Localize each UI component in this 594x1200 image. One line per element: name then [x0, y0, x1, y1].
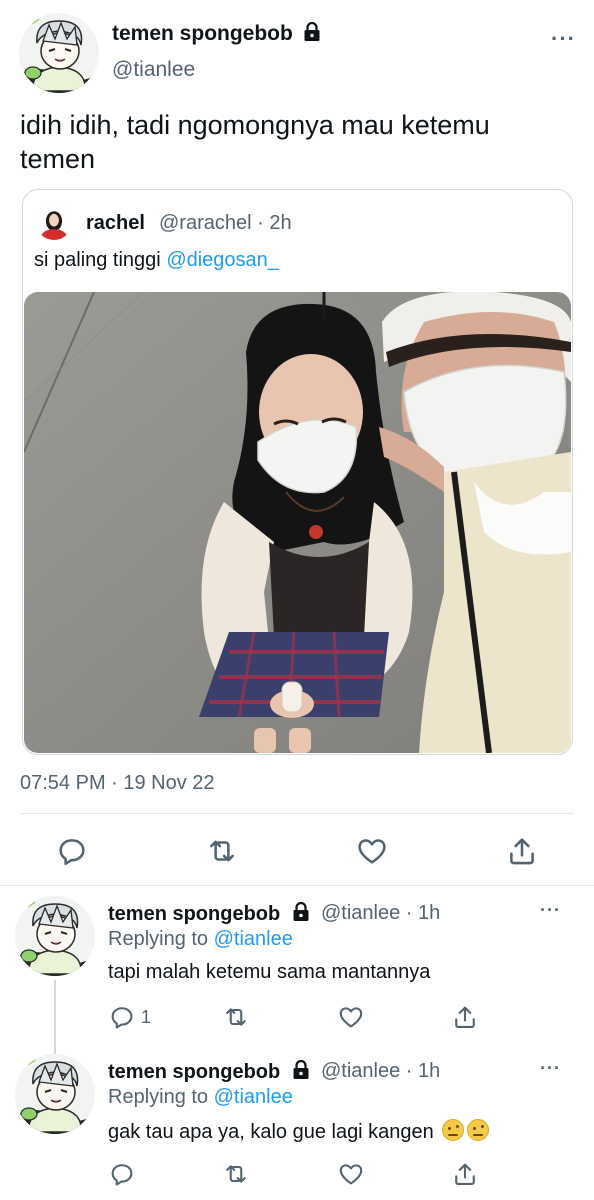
retweet-icon[interactable]	[205, 834, 239, 868]
photo-image	[24, 292, 571, 753]
reply-author-name[interactable]: temen spongebob	[108, 902, 310, 926]
like-icon[interactable]	[355, 834, 389, 868]
reply-text: gak tau apa ya, kalo gue lagi kangen	[108, 1119, 490, 1144]
lock-icon	[292, 902, 310, 922]
thread-line	[54, 980, 56, 1056]
lock-icon	[303, 22, 321, 42]
retweet-icon[interactable]	[222, 1003, 250, 1031]
author-display-name[interactable]: temen spongebob	[112, 22, 293, 45]
author-name-row: temen spongebob	[112, 22, 321, 46]
quoted-tweet-text: si paling tinggi @diegosan_	[34, 249, 279, 272]
quoted-author-avatar[interactable]	[36, 204, 72, 240]
replying-to: Replying to @tianlee	[108, 1086, 293, 1109]
share-icon[interactable]	[451, 1160, 479, 1188]
tweet-text: idih idih, tadi ngomongnya mau ketemu te…	[20, 110, 490, 174]
lock-icon	[292, 1060, 310, 1080]
quoted-tweet-photo[interactable]	[24, 292, 571, 753]
more-options-icon[interactable]: ···	[540, 1058, 561, 1079]
reply-count: 1	[141, 1007, 152, 1027]
quoted-tweet-card[interactable]: rachel @rarachel · 2h si paling tinggi @…	[22, 189, 573, 755]
reply-display-name: temen spongebob	[108, 1061, 281, 1083]
like-icon[interactable]	[337, 1160, 365, 1188]
quoted-author-name: rachel	[86, 212, 145, 234]
quoted-text-body: si paling tinggi	[34, 249, 167, 271]
reply-handle[interactable]: @tianlee · 1h	[321, 1060, 440, 1083]
raised-eyebrow-emoji-icon	[467, 1119, 490, 1141]
raised-eyebrow-emoji-icon	[442, 1119, 465, 1141]
reply-icon[interactable]	[108, 1160, 136, 1188]
share-icon[interactable]	[505, 834, 539, 868]
reply-avatar[interactable]	[15, 1054, 95, 1134]
replying-to: Replying to @tianlee	[108, 928, 293, 951]
quoted-author-handle: @rarachel · 2h	[159, 212, 292, 234]
divider	[20, 813, 574, 814]
more-options-icon[interactable]: ···	[540, 900, 561, 921]
mention-link[interactable]: @diegosan_	[166, 249, 279, 271]
divider	[0, 885, 594, 886]
replying-to-link[interactable]: @tianlee	[214, 1086, 293, 1108]
retweet-icon[interactable]	[222, 1160, 250, 1188]
tweet-timestamp[interactable]: 07:54 PM · 19 Nov 22	[20, 772, 215, 795]
like-icon[interactable]	[337, 1003, 365, 1031]
reply-display-name: temen spongebob	[108, 903, 281, 925]
reply-icon[interactable]	[55, 834, 89, 868]
author-handle[interactable]: @tianlee	[112, 58, 195, 82]
reply-icon[interactable]	[108, 1003, 136, 1031]
reply-author-name[interactable]: temen spongebob	[108, 1060, 310, 1084]
reply-avatar[interactable]	[15, 896, 95, 976]
author-avatar[interactable]	[19, 13, 99, 93]
replying-to-label: Replying to	[108, 1086, 214, 1108]
reply-text-body: gak tau apa ya, kalo gue lagi kangen	[108, 1121, 434, 1143]
reply-handle[interactable]: @tianlee · 1h	[321, 902, 440, 925]
share-icon[interactable]	[451, 1003, 479, 1031]
replying-to-link[interactable]: @tianlee	[214, 928, 293, 950]
more-options-icon[interactable]: ···	[551, 26, 576, 52]
replying-to-label: Replying to	[108, 928, 214, 950]
reply-text: tapi malah ketemu sama mantannya	[108, 961, 431, 983]
